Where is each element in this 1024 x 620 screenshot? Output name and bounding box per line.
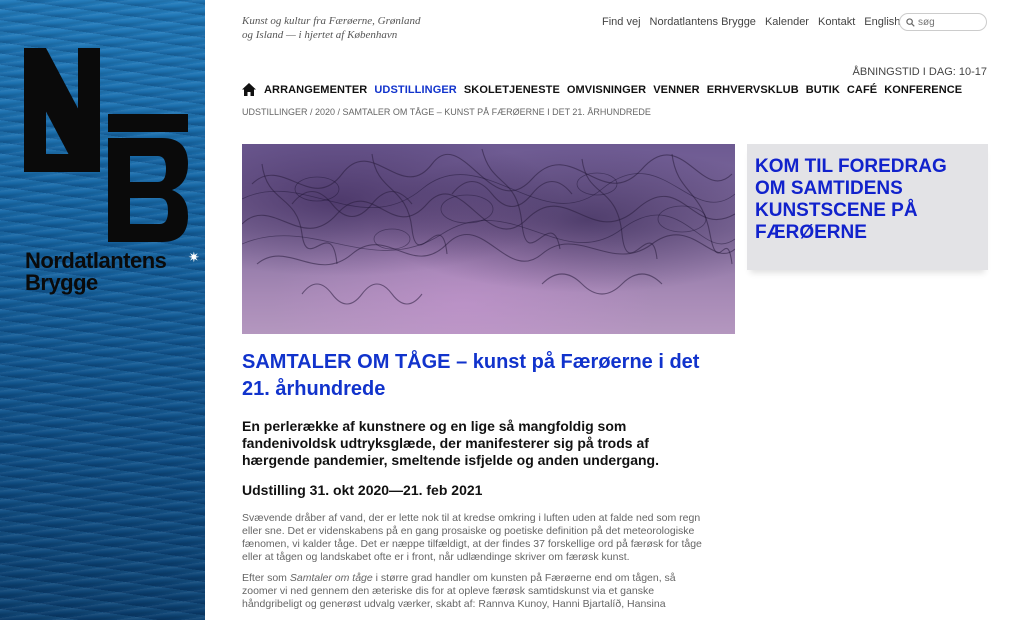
search-input[interactable]: [918, 16, 978, 28]
main-nav: ARRANGEMENTER UDSTILLINGER SKOLETJENESTE…: [242, 83, 969, 96]
nav-konference[interactable]: KONFERENCE: [884, 84, 962, 96]
breadcrumb[interactable]: UDSTILLINGER / 2020 / SAMTALER OM TÅGE –…: [242, 107, 651, 117]
page-title: SAMTALER OM TÅGE – kunst på Færøerne i d…: [242, 351, 700, 400]
search-icon: [906, 17, 915, 27]
tagline-line2: og Island — i hjertet af København: [242, 29, 398, 41]
sidebar-water-banner: Nordatlantens Brygge ✷: [0, 0, 205, 620]
nav-udstillinger[interactable]: UDSTILLINGER: [374, 84, 456, 96]
promo-lecture-box[interactable]: KOM TIL FOREDRAG OM SAMTIDENS KUNSTSCENE…: [747, 144, 988, 270]
article-paragraph-2: Efter som Samtaler om tåge i større grad…: [242, 572, 712, 611]
link-find-vej[interactable]: Find vej: [602, 16, 641, 28]
search-box[interactable]: [899, 13, 987, 31]
nav-butik[interactable]: BUTIK: [806, 84, 840, 96]
paragraph-2-italic: Samtaler om tåge: [289, 572, 373, 584]
promo-text[interactable]: KOM TIL FOREDRAG OM SAMTIDENS KUNSTSCENE…: [755, 156, 975, 244]
site-tagline: Kunst og kultur fra Færøerne, Grønland o…: [242, 14, 442, 42]
link-kontakt[interactable]: Kontakt: [818, 16, 855, 28]
article-body: Svævende dråber af vand, der er lette no…: [242, 512, 712, 619]
article-paragraph-1: Svævende dråber af vand, der er lette no…: [242, 512, 702, 563]
exhibition-dates: Udstilling 31. okt 2020—21. feb 2021: [242, 482, 483, 498]
link-english[interactable]: English: [864, 16, 900, 28]
brand-name-line1: Nordatlantens: [25, 248, 167, 273]
brand-name[interactable]: Nordatlantens Brygge: [25, 248, 167, 295]
top-links: Find vej Nordatlantens Brygge Kalender K…: [602, 16, 909, 28]
article-lead: En perlerække af kunstnere og en lige så…: [242, 418, 659, 468]
nav-cafe[interactable]: CAFÉ: [847, 84, 877, 96]
nav-erhvervsklub[interactable]: ERHVERVSKLUB: [707, 84, 799, 96]
link-kalender[interactable]: Kalender: [765, 16, 809, 28]
nav-venner[interactable]: VENNER: [653, 84, 699, 96]
link-nordatlantens-brygge[interactable]: Nordatlantens Brygge: [650, 16, 756, 28]
home-icon[interactable]: [242, 83, 256, 96]
star-icon: ✷: [188, 249, 200, 265]
nav-omvisninger[interactable]: OMVISNINGER: [567, 84, 646, 96]
brand-name-line2: Brygge: [25, 270, 98, 295]
nav-skoletjeneste[interactable]: SKOLETJENESTE: [464, 84, 560, 96]
opening-hours: ÅBNINGSTID I DAG: 10-17: [852, 66, 987, 78]
tagline-line1: Kunst og kultur fra Færøerne, Grønland: [242, 15, 421, 27]
hero-artwork-image: [242, 144, 735, 334]
paragraph-2-prefix: Efter som: [242, 572, 290, 584]
nav-arrangementer[interactable]: ARRANGEMENTER: [264, 84, 367, 96]
